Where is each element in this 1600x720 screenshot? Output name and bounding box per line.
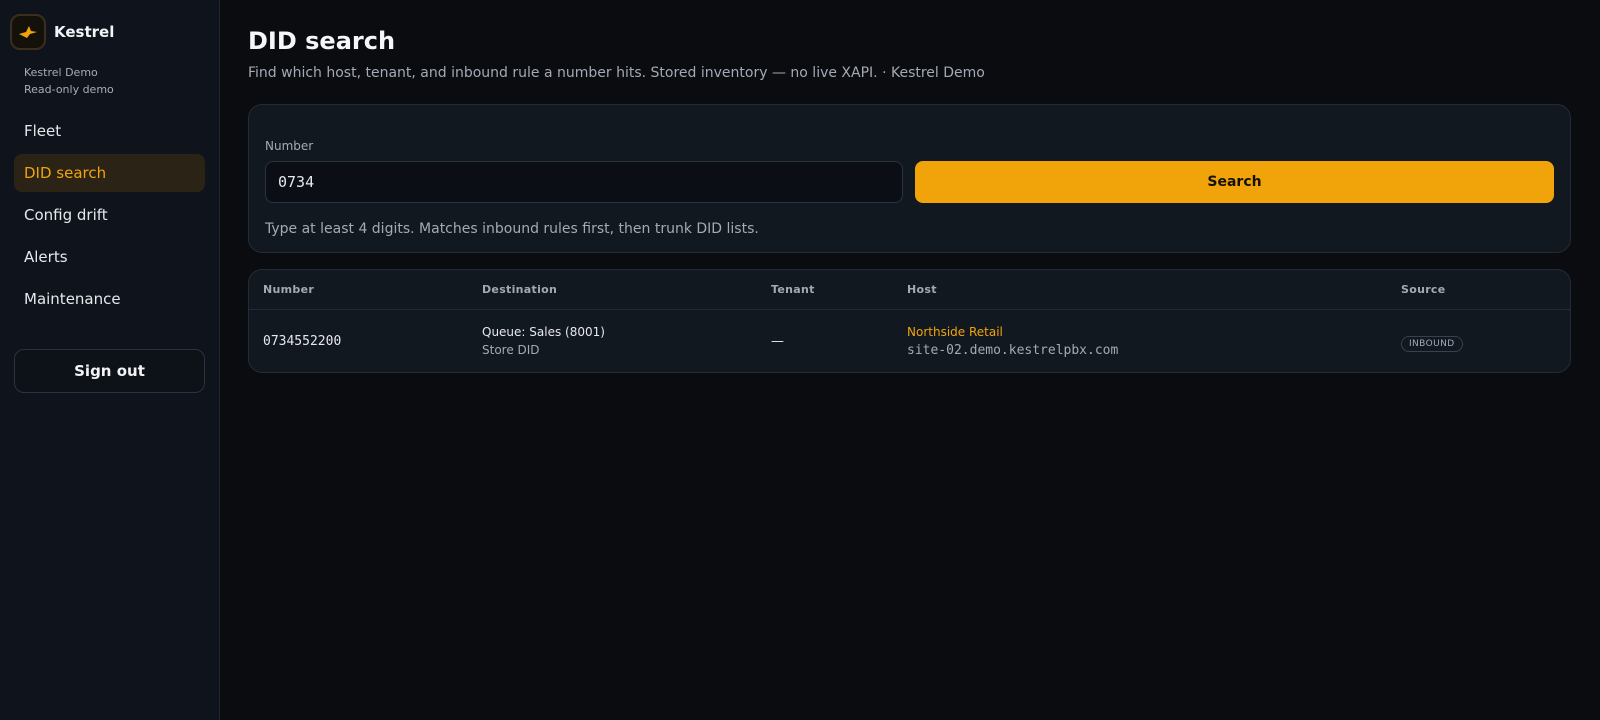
access-mode: Read-only demo	[24, 83, 114, 96]
brand: Kestrel	[10, 14, 205, 50]
sidebar-item-alerts[interactable]: Alerts	[14, 238, 205, 276]
main-content: DID search Find which host, tenant, and …	[220, 0, 1600, 720]
sidebar-item-did-search[interactable]: DID search	[14, 154, 205, 192]
bird-icon	[10, 14, 46, 50]
destination-cell: Queue: Sales (8001) Store DID	[482, 325, 771, 357]
column-header-number: Number	[263, 283, 315, 296]
host-address: site-02.demo.kestrelpbx.com	[907, 342, 1119, 358]
did-number: 0734552200	[263, 333, 342, 349]
brand-meta: Kestrel Demo Read-only demo	[24, 64, 205, 98]
destination-type: Store DID	[482, 343, 540, 357]
search-card: Number Search Type at least 4 digits. Ma…	[248, 104, 1571, 253]
column-header-host: Host	[907, 283, 937, 296]
column-header-source: Source	[1401, 283, 1446, 296]
results-header: Number Destination Tenant Host Source	[249, 270, 1570, 310]
sidebar: Kestrel Kestrel Demo Read-only demo Flee…	[0, 0, 220, 720]
org-name: Kestrel Demo	[24, 66, 98, 79]
results-table: Number Destination Tenant Host Source 07…	[248, 269, 1571, 373]
page-subtitle: Find which host, tenant, and inbound rul…	[248, 65, 985, 81]
search-hint: Type at least 4 digits. Matches inbound …	[265, 221, 759, 237]
sidebar-item-config-drift[interactable]: Config drift	[14, 196, 205, 234]
number-label: Number	[265, 139, 314, 153]
number-input[interactable]	[265, 161, 903, 203]
source-cell: INBOUND	[1401, 331, 1556, 352]
source-badge: INBOUND	[1401, 335, 1463, 352]
search-button[interactable]: Search	[915, 161, 1554, 203]
sign-out-button[interactable]: Sign out	[14, 349, 205, 393]
brand-name: Kestrel	[54, 23, 115, 41]
column-header-destination: Destination	[482, 283, 558, 296]
search-row: Search	[265, 161, 1554, 203]
sidebar-item-fleet[interactable]: Fleet	[14, 112, 205, 150]
destination-name: Queue: Sales (8001)	[482, 325, 605, 339]
sidebar-item-maintenance[interactable]: Maintenance	[14, 280, 205, 318]
sidebar-nav: Fleet DID search Config drift Alerts Mai…	[14, 112, 205, 318]
host-cell: Northside Retail site-02.demo.kestrelpbx…	[907, 325, 1401, 358]
page-title: DID search	[248, 27, 396, 55]
table-row: 0734552200 Queue: Sales (8001) Store DID…	[249, 310, 1570, 372]
tenant-cell: —	[771, 333, 784, 349]
app-root: Kestrel Kestrel Demo Read-only demo Flee…	[0, 0, 1600, 720]
host-name-link[interactable]: Northside Retail	[907, 325, 1401, 339]
column-header-tenant: Tenant	[771, 283, 815, 296]
